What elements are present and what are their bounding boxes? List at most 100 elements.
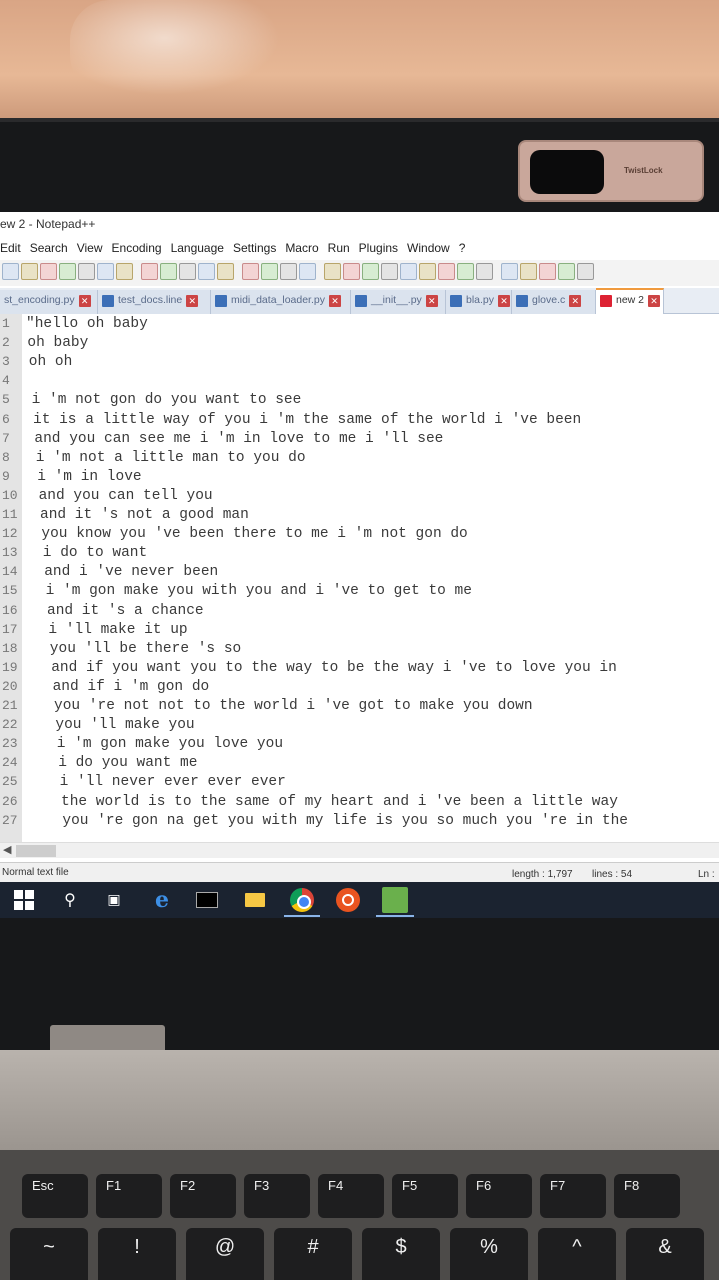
tab-glove-c[interactable]: glove.c ✕	[512, 290, 596, 314]
tab-label: new 2	[616, 294, 645, 306]
editor-line[interactable]: 16 and it 's a chance	[0, 603, 204, 623]
editor-line[interactable]: 7 and you can see me i 'm in love to me i…	[0, 431, 443, 451]
editor-line[interactable]: 3 oh oh	[0, 354, 72, 374]
open-file-icon[interactable]	[21, 263, 38, 280]
editor-line[interactable]: 15 i 'm gon make you with you and i 've t…	[0, 583, 472, 603]
record-macro-icon[interactable]	[501, 263, 518, 280]
menu-item-edit[interactable]: Edit	[0, 241, 21, 260]
paste-icon[interactable]	[179, 263, 196, 280]
file-explorer-icon[interactable]	[245, 893, 265, 907]
editor-line[interactable]: 27 you 're gon na get you with my life is…	[0, 813, 628, 833]
cut-icon[interactable]	[141, 263, 158, 280]
editor-line[interactable]: 12 you know you 've been there to me i 'm…	[0, 526, 468, 546]
horizontal-scrollbar[interactable]: ◀	[0, 842, 719, 858]
scroll-left-icon[interactable]: ◀	[3, 843, 11, 856]
word-wrap-icon[interactable]	[362, 263, 379, 280]
tab-close-icon[interactable]: ✕	[569, 295, 582, 307]
menu-item-language[interactable]: Language	[171, 241, 224, 260]
sync-horizontal-icon[interactable]	[343, 263, 360, 280]
line-number: 24	[2, 755, 18, 771]
sync-vertical-icon[interactable]	[324, 263, 341, 280]
notepadpp-icon[interactable]	[382, 887, 408, 913]
stop-macro-icon[interactable]	[520, 263, 537, 280]
save-all-icon[interactable]	[59, 263, 76, 280]
editor-line[interactable]: 23 i 'm gon make you love you	[0, 736, 283, 756]
copy-icon[interactable]	[160, 263, 177, 280]
editor-line[interactable]: 17 i 'll make it up	[0, 622, 188, 642]
tab-close-icon[interactable]: ✕	[78, 295, 91, 307]
search-icon[interactable]: ⚲	[58, 888, 82, 912]
new-file-icon[interactable]	[2, 263, 19, 280]
menu-item-run[interactable]: Run	[328, 241, 350, 260]
editor-line[interactable]: 2 oh baby	[0, 335, 88, 355]
tab-close-icon[interactable]: ✕	[425, 295, 438, 307]
zoom-out-icon[interactable]	[299, 263, 316, 280]
edge-icon[interactable]: e	[150, 888, 174, 912]
tab-close-icon[interactable]: ✕	[186, 295, 199, 307]
key-f3: F3	[244, 1174, 310, 1218]
ubuntu-icon[interactable]	[336, 888, 360, 912]
show-all-chars-icon[interactable]	[381, 263, 398, 280]
tab-bla-py[interactable]: bla.py ✕	[446, 290, 512, 314]
zoom-in-icon[interactable]	[280, 263, 297, 280]
scrollbar-thumb[interactable]	[16, 845, 56, 857]
run-macro-multiple-icon[interactable]	[558, 263, 575, 280]
menu-item-plugins[interactable]: Plugins	[359, 241, 398, 260]
editor-line[interactable]: 25 i 'll never ever ever ever	[0, 774, 286, 794]
close-icon[interactable]	[78, 263, 95, 280]
close-all-icon[interactable]	[97, 263, 114, 280]
tab-st-encoding-py[interactable]: st_encoding.py ✕	[0, 290, 98, 314]
tab-test-docs-line[interactable]: test_docs.line ✕	[98, 290, 211, 314]
editor-line[interactable]: 11 and it 's not a good man	[0, 507, 249, 527]
tab-midi-data-loader-py[interactable]: midi_data_loader.py ✕	[211, 290, 351, 314]
editor-line[interactable]: 5 i 'm not gon do you want to see	[0, 392, 301, 412]
editor-line[interactable]: 9 i 'm in love	[0, 469, 142, 489]
tab-close-icon[interactable]: ✕	[498, 295, 511, 307]
editor-line[interactable]: 19 and if you want you to the way to be t…	[0, 660, 617, 680]
find-icon[interactable]	[242, 263, 259, 280]
indent-guide-icon[interactable]	[400, 263, 417, 280]
menu-item-encoding[interactable]: Encoding	[112, 241, 162, 260]
editor-line[interactable]: 26 the world is to the same of my heart a…	[0, 794, 618, 814]
editor-line[interactable]: 10 and you can tell you	[0, 488, 213, 508]
editor-line[interactable]: 13 i do to want	[0, 545, 147, 565]
editor-line[interactable]: 21 you 're not not to the world i 've got…	[0, 698, 533, 718]
editor-line[interactable]: 18 you 'll be there 's so	[0, 641, 241, 661]
document-map-icon[interactable]	[419, 263, 436, 280]
menu-item-view[interactable]: View	[77, 241, 103, 260]
editor-line[interactable]: 14 and i 've never been	[0, 564, 218, 584]
tab-label: test_docs.line	[118, 294, 183, 306]
editor-line[interactable]: 6 it is a little way of you i 'm the same…	[0, 412, 581, 432]
editor-line[interactable]: 24 i do you want me	[0, 755, 197, 775]
windows-start-icon[interactable]	[14, 888, 38, 912]
editor-line[interactable]: 20 and if i 'm gon do	[0, 679, 209, 699]
editor-line[interactable]: 8 i 'm not a little man to you do	[0, 450, 306, 470]
editor-line[interactable]: 1 "hello oh baby	[0, 316, 148, 336]
replace-icon[interactable]	[261, 263, 278, 280]
tab-new-2[interactable]: new 2 ✕	[596, 288, 664, 314]
function-list-icon[interactable]	[438, 263, 455, 280]
menu-item-settings[interactable]: Settings	[233, 241, 276, 260]
tab-close-icon[interactable]: ✕	[328, 295, 341, 307]
terminal-icon[interactable]	[196, 892, 218, 908]
tab-init-py[interactable]: __init__.py ✕	[351, 290, 446, 314]
chrome-icon[interactable]	[290, 888, 314, 912]
menu-item-macro[interactable]: Macro	[285, 241, 318, 260]
menu-item-window[interactable]: Window	[407, 241, 450, 260]
save-icon[interactable]	[40, 263, 57, 280]
folder-workspace-icon[interactable]	[457, 263, 474, 280]
save-macro-icon[interactable]	[577, 263, 594, 280]
redo-icon[interactable]	[217, 263, 234, 280]
tab-close-icon[interactable]: ✕	[648, 295, 661, 307]
undo-icon[interactable]	[198, 263, 215, 280]
play-macro-icon[interactable]	[539, 263, 556, 280]
editor-area[interactable]: 1 "hello oh baby 2 oh baby 3 oh oh 4 5 i 'm not …	[0, 314, 719, 842]
task-view-icon[interactable]: ▣	[102, 888, 126, 912]
print-icon[interactable]	[116, 263, 133, 280]
editor-line[interactable]: 22 you 'll make you	[0, 717, 195, 737]
editor-line[interactable]: 4	[0, 373, 30, 393]
line-text: i 'm not a little man to you do	[35, 449, 306, 466]
menu-item-help[interactable]: ?	[459, 241, 466, 260]
monitoring-icon[interactable]	[476, 263, 493, 280]
menu-item-search[interactable]: Search	[30, 241, 68, 260]
